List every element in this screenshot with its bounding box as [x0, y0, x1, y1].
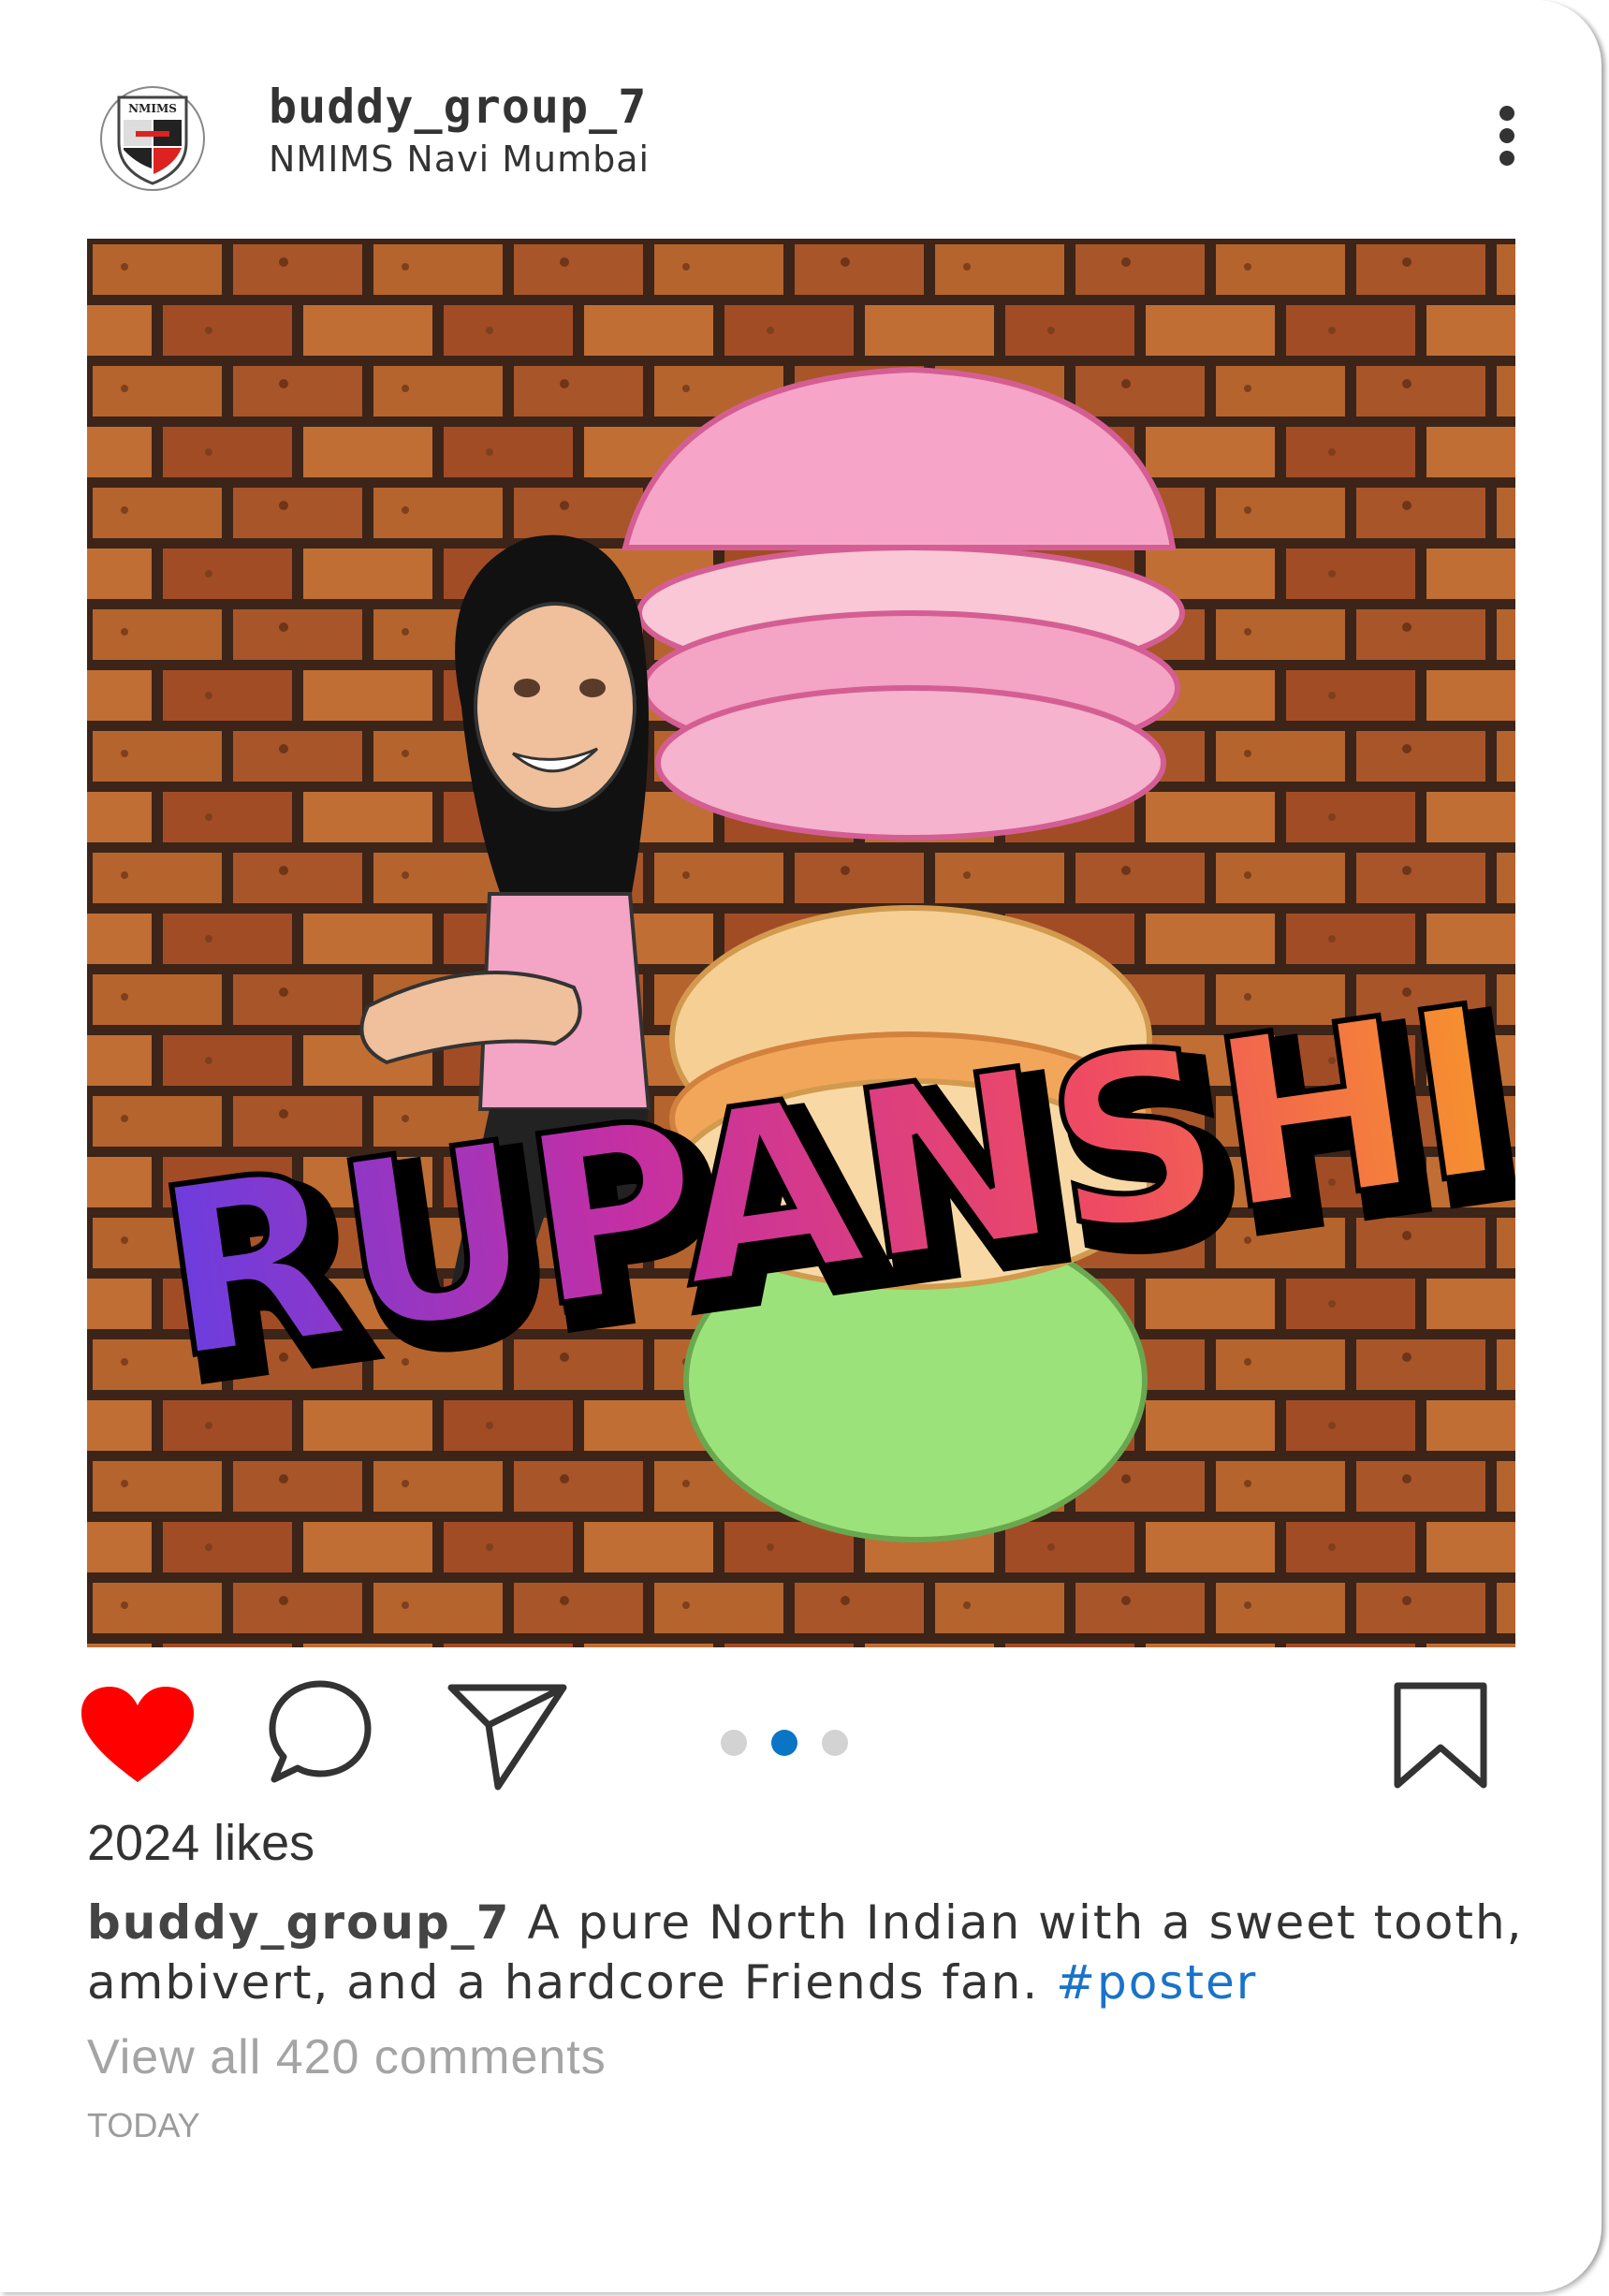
post-card: NMIMS buddy_group_7 NMIMS Navi Mumbai RU… — [0, 0, 1602, 2292]
save-button[interactable] — [1390, 1680, 1493, 1792]
profile-avatar[interactable]: NMIMS — [98, 84, 207, 193]
likes-count[interactable]: 2024 likes — [87, 1814, 314, 1872]
bookmark-icon — [1394, 1682, 1487, 1789]
post-timestamp: TODAY — [87, 2106, 200, 2144]
more-dot — [1499, 106, 1514, 121]
comment-bubble-icon — [269, 1680, 372, 1783]
carousel-dot[interactable] — [822, 1730, 848, 1756]
view-comments-link[interactable]: View all 420 comments — [87, 2029, 607, 2085]
more-options-icon[interactable] — [1484, 98, 1530, 173]
carousel-dot-active[interactable] — [771, 1730, 797, 1756]
post-caption: buddy_group_7 A pure North Indian with a… — [87, 1893, 1566, 2012]
paper-plane-icon — [447, 1684, 567, 1791]
caption-username[interactable]: buddy_group_7 — [87, 1895, 511, 1950]
post-header: NMIMS buddy_group_7 NMIMS Navi Mumbai — [0, 0, 1602, 234]
post-username[interactable]: buddy_group_7 — [269, 80, 647, 134]
logo-text: NMIMS — [128, 102, 177, 115]
more-dot — [1499, 128, 1514, 143]
heart-icon — [81, 1687, 194, 1782]
nmims-logo-icon: NMIMS — [100, 86, 205, 191]
post-location[interactable]: NMIMS Navi Mumbai — [269, 139, 650, 180]
like-button[interactable] — [80, 1685, 197, 1788]
more-dot — [1499, 151, 1514, 166]
comment-button[interactable] — [267, 1678, 374, 1786]
caption-hashtag[interactable]: #poster — [1056, 1955, 1257, 2010]
carousel-dot[interactable] — [721, 1730, 747, 1756]
share-button[interactable] — [447, 1682, 567, 1792]
post-image[interactable]: RUPANSHI RUPANSHI — [87, 239, 1515, 1647]
